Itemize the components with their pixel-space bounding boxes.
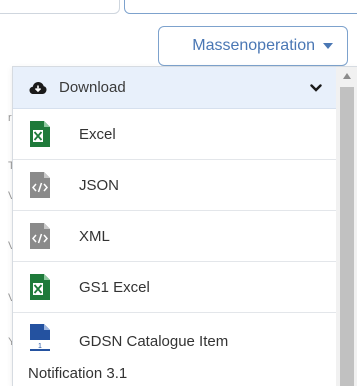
scroll-thumb[interactable]: [340, 87, 354, 386]
caret-down-icon: [323, 43, 333, 49]
code-file-icon: [30, 223, 50, 249]
download-option-label-continued: Notification 3.1: [28, 365, 128, 382]
excel-file-icon: [30, 121, 50, 147]
svg-text:1: 1: [38, 343, 42, 350]
download-options-list: Excel JSON XML GS1 Excel 1 GDSN Catalogu…: [13, 109, 336, 385]
download-option-label: GDSN Catalogue Item: [79, 333, 229, 350]
excel-file-icon: [30, 274, 50, 300]
mass-operation-dropdown: Download Excel JSON XML GS1 Excel 1 GDSN…: [12, 66, 357, 386]
cloud-download-icon: [29, 81, 47, 94]
download-option-label: JSON: [79, 176, 120, 194]
top-right-input[interactable]: [124, 0, 357, 14]
code-file-icon: [30, 172, 50, 198]
download-section-label: Download: [59, 79, 126, 96]
download-option-gs1-excel[interactable]: GS1 Excel: [13, 262, 336, 313]
screen: r T V V V Y Massenoperation Download: [0, 0, 357, 386]
download-option-json[interactable]: JSON: [13, 160, 336, 211]
mass-operation-label: Massenoperation: [192, 37, 315, 54]
download-section-header[interactable]: Download: [13, 67, 336, 109]
download-option-excel[interactable]: Excel: [13, 109, 336, 160]
download-option-label: XML: [79, 227, 110, 245]
chevron-down-icon[interactable]: [310, 82, 322, 94]
scroll-up-arrow-icon[interactable]: [343, 73, 351, 79]
top-left-input[interactable]: [0, 0, 120, 14]
download-option-label: Excel: [79, 125, 116, 143]
download-option-label: GS1 Excel: [79, 278, 150, 296]
download-option-xml[interactable]: XML: [13, 211, 336, 262]
gdsn-file-icon: 1: [30, 324, 50, 351]
download-option-gdsn[interactable]: 1 GDSN Catalogue Item Notification 3.1: [13, 313, 336, 385]
dropdown-scrollbar[interactable]: [336, 67, 357, 386]
mass-operation-button[interactable]: Massenoperation: [158, 26, 348, 66]
